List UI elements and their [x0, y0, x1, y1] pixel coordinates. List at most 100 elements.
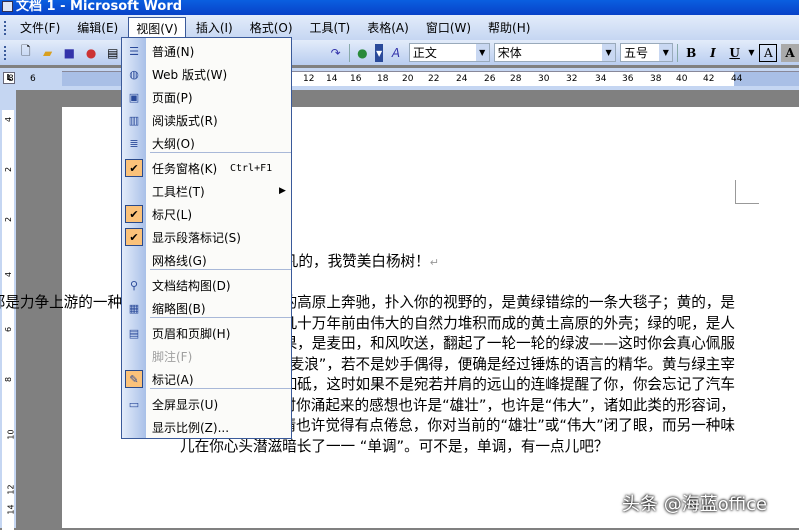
permission-icon[interactable]: ● — [82, 44, 100, 62]
menu-bar: 文件(F) 编辑(E) 视图(V) 插入(I) 格式(O) 工具(T) 表格(A… — [0, 15, 799, 40]
watermark: 头条 @海蓝office — [622, 494, 768, 515]
view-menu-item[interactable]: ✔ 显示段落标记(S) — [122, 226, 291, 248]
chevron-down-icon[interactable]: ▼ — [659, 44, 673, 61]
thumbnails-icon: ▦ — [128, 301, 140, 315]
menu-item-label: 工具栏(T) — [152, 184, 205, 199]
char-border-icon[interactable]: A — [759, 43, 778, 62]
menu-format[interactable]: 格式(O) — [243, 17, 300, 38]
menu-item-label: 显示比例(Z)... — [152, 420, 230, 435]
view-menu-item[interactable]: ▤ 页眉和页脚(H) — [122, 322, 291, 344]
view-menu-item[interactable]: 脚注(F) — [122, 345, 291, 367]
chevron-down-icon[interactable]: ▼ — [748, 44, 756, 62]
view-menu-item[interactable]: 显示比例(Z)... — [122, 416, 291, 438]
view-menu-item[interactable]: ✔ 标尺(L) — [122, 203, 291, 225]
ruler-number: 6 — [30, 74, 36, 84]
open-folder-icon[interactable]: ▰ — [39, 44, 57, 62]
ruler-number: 12 — [6, 484, 16, 495]
redo-icon[interactable]: ↷ — [327, 44, 345, 62]
ruler-number: 44 — [731, 74, 743, 84]
margin-corner-mark — [735, 180, 759, 204]
chevron-down-icon[interactable]: ▼ — [602, 44, 616, 61]
menu-item-label: 标记(A) — [152, 372, 194, 387]
view-menu-item[interactable]: 网格线(G) — [122, 249, 291, 271]
view-menu-item[interactable]: ⚲ 文档结构图(D) — [122, 274, 291, 296]
italic-button[interactable]: I — [704, 44, 722, 62]
menu-separator — [150, 317, 291, 318]
menu-table[interactable]: 表格(A) — [360, 17, 416, 38]
style-value: 正文 — [412, 46, 437, 60]
menu-item-label: 页面(P) — [152, 90, 193, 105]
view-menu-item[interactable]: ▦ 缩略图(B) — [122, 297, 291, 319]
font-select[interactable]: 宋体 ▼ — [493, 43, 617, 62]
menu-item-label: 页眉和页脚(H) — [152, 326, 231, 341]
ruler-number: 38 — [650, 74, 662, 84]
chevron-down-icon[interactable]: ▼ — [475, 44, 489, 61]
view-menu: ☰ 普通(N) ◍ Web 版式(W) ▣ 页面(P) ▥ 阅读版式(R) ≣ 大纲(O) ✔ 任务窗… — [121, 37, 292, 439]
menu-edit[interactable]: 编辑(E) — [70, 17, 125, 38]
menu-tools[interactable]: 工具(T) — [303, 17, 358, 38]
checkmark-icon: ✔ — [125, 205, 143, 223]
menu-view[interactable]: 视图(V) — [128, 16, 186, 39]
ruler-number: 24 — [456, 74, 468, 84]
view-menu-item[interactable]: ☰ 普通(N) — [122, 40, 291, 62]
submenu-arrow-icon: ▶ — [279, 186, 286, 196]
title-bar: 文档 1 - Microsoft Word — [0, 0, 799, 15]
view-menu-item[interactable]: ▣ 页面(P) — [122, 86, 291, 108]
menu-separator — [150, 269, 291, 270]
checkmark-icon: ✔ — [125, 159, 143, 177]
doc-text-line: 那是力争上游的一种树，当汽车在望不到边际的高原上奔驰，扑入你的视野的，是黄绿错综… — [0, 294, 735, 311]
save-icon[interactable]: ■ — [60, 44, 78, 62]
checkmark-icon: ✔ — [125, 228, 143, 246]
ruler-number: 10 — [6, 429, 16, 440]
view-menu-item[interactable]: ✎ 标记(A) — [122, 368, 291, 390]
underline-button[interactable]: U — [726, 44, 744, 62]
menu-item-label: 网格线(G) — [152, 253, 207, 268]
ruler-number: 14 — [326, 74, 338, 84]
shortcut-label: Ctrl+F1 — [230, 162, 273, 174]
style-select[interactable]: 正文 ▼ — [408, 43, 490, 62]
menu-item-label: 全屏显示(U) — [152, 397, 219, 412]
char-shading-icon[interactable]: A — [781, 43, 799, 62]
ruler-number: 16 — [350, 74, 362, 84]
menu-help[interactable]: 帮助(H) — [481, 17, 537, 38]
menu-window[interactable]: 窗口(W) — [419, 17, 478, 38]
menu-file[interactable]: 文件(F) — [13, 17, 67, 38]
ruler-number: 14 — [6, 504, 16, 515]
menu-item-label: 大纲(O) — [152, 136, 195, 151]
new-document-icon[interactable]: 🗋 — [17, 44, 35, 62]
grip-handle[interactable] — [4, 20, 7, 35]
ruler-number: 42 — [703, 74, 715, 84]
paragraph-mark-icon: ↵ — [429, 256, 439, 269]
view-menu-item[interactable]: ▭ 全屏显示(U) — [122, 393, 291, 415]
print-icon[interactable]: ▤ — [104, 44, 122, 62]
ruler-number: 8 — [8, 74, 14, 84]
ruler-number: 40 — [676, 74, 688, 84]
document-map-icon: ⚲ — [129, 278, 139, 292]
view-menu-item[interactable]: ▥ 阅读版式(R) — [122, 109, 291, 131]
separator — [348, 43, 350, 62]
ruler-number: 30 — [538, 74, 550, 84]
ruler-number: 34 — [595, 74, 607, 84]
horizontal-ruler[interactable]: L 86810121416182022242628303234363840424… — [0, 68, 799, 90]
bold-button[interactable]: B — [682, 44, 700, 62]
ruler-number: 28 — [510, 74, 522, 84]
ruler-number: 26 — [484, 74, 496, 84]
web-layout-icon: ◍ — [129, 67, 139, 81]
menu-item-label: 缩略图(B) — [152, 301, 206, 316]
view-menu-item[interactable]: ✔ 任务窗格(K) Ctrl+F1 — [122, 157, 291, 179]
view-menu-item[interactable]: 工具栏(T) ▶ — [122, 180, 291, 202]
styles-icon[interactable]: A — [387, 44, 405, 62]
outline-icon: ≣ — [129, 136, 139, 150]
ruler-number: 20 — [402, 74, 414, 84]
grip-handle[interactable] — [4, 45, 7, 60]
view-menu-item[interactable]: ◍ Web 版式(W) — [122, 63, 291, 85]
word-app-icon — [2, 1, 13, 12]
menu-insert[interactable]: 插入(I) — [189, 17, 240, 38]
ruler-number: 2 — [4, 216, 14, 223]
view-menu-item[interactable]: ≣ 大纲(O) — [122, 132, 291, 154]
toolbar-options-icon[interactable]: ▾ — [375, 43, 384, 62]
ruler-number: 32 — [566, 74, 578, 84]
font-size-select[interactable]: 五号 ▼ — [620, 43, 674, 62]
hyperlink-icon[interactable]: ● — [354, 44, 372, 62]
ruler-number: 18 — [377, 74, 389, 84]
